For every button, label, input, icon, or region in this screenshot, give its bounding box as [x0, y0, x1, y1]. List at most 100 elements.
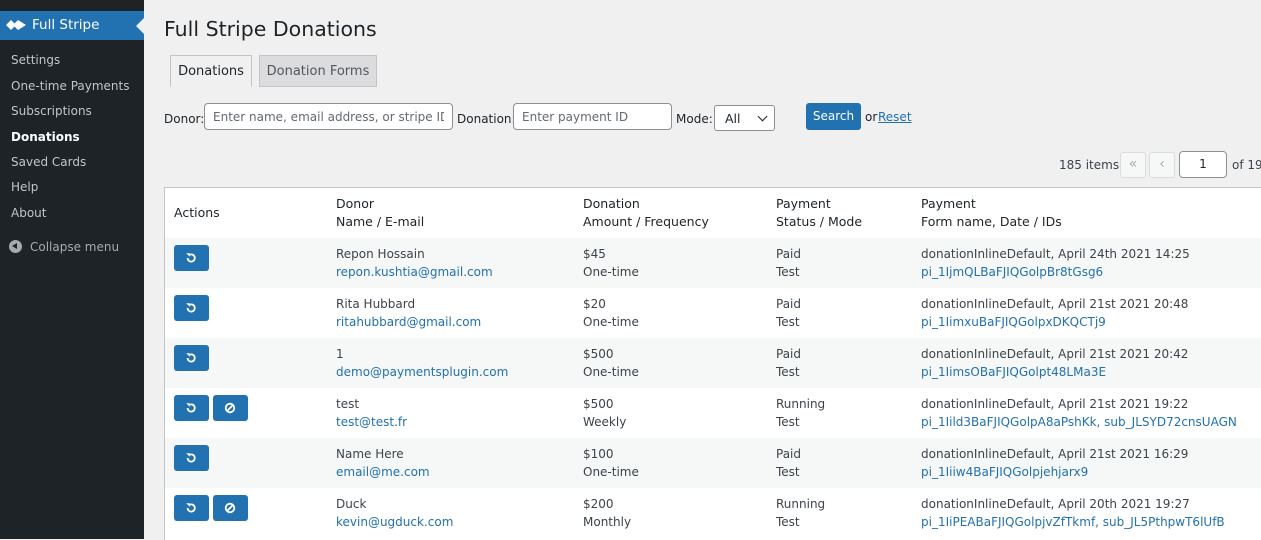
donor-email-link[interactable]: demo@paymentsplugin.com — [336, 364, 508, 382]
donor-search-input[interactable] — [204, 103, 453, 130]
donation-frequency: One-time — [583, 264, 639, 279]
donor-name: Duck — [336, 497, 367, 511]
column-header-donor[interactable]: Donor Name / E-mail — [336, 195, 424, 231]
refund-button[interactable] — [174, 395, 209, 421]
cancel-subscription-button[interactable] — [213, 495, 248, 521]
column-header-payment-form[interactable]: Payment Form name, Date / IDs — [921, 195, 1062, 231]
payment-mode: Test — [776, 414, 800, 429]
reset-link[interactable]: Reset — [878, 110, 912, 124]
tab-donation-forms[interactable]: Donation Forms — [259, 55, 377, 87]
sidebar-item-saved-cards[interactable]: Saved Cards — [11, 155, 86, 169]
column-header-payment-form-title: Payment — [921, 196, 976, 211]
table-row: test test@test.fr $500 Weekly Running Test don… — [165, 388, 1261, 438]
mode-select[interactable]: All — [714, 105, 775, 131]
refund-button[interactable] — [174, 295, 209, 321]
donation-frequency: One-time — [583, 314, 639, 329]
sidebar-item-help[interactable]: Help — [11, 180, 38, 194]
table-row: Repon Hossain repon.kushtia@gmail.com $45 O… — [165, 238, 1261, 288]
sidebar-plugin-title: Full Stripe — [32, 17, 100, 33]
payment-form-date: donationInlineDefault, April 20th 2021 1… — [921, 497, 1190, 511]
table-row: Name Here email@me.com $100 One-time Paid Tes… — [165, 438, 1261, 488]
column-header-payment-status-subtitle: Status / Mode — [776, 214, 863, 229]
payment-form-cell: donationInlineDefault, April 21st 2021 2… — [921, 346, 1188, 381]
payment-status: Paid — [776, 347, 802, 361]
full-stripe-logo-icon — [6, 20, 26, 30]
payment-ids-link[interactable]: pi_1Iiiw4BaFJIQGolpjehjarx9 — [921, 464, 1188, 482]
column-header-payment-form-subtitle: Form name, Date / IDs — [921, 214, 1062, 229]
payment-status: Paid — [776, 447, 802, 461]
sidebar-item-about[interactable]: About — [11, 206, 46, 220]
column-header-payment-status[interactable]: Payment Status / Mode — [776, 195, 862, 231]
donation-amount: $45 — [583, 247, 606, 261]
donor-cell: Rita Hubbard ritahubbard@gmail.com — [336, 296, 481, 331]
payment-form-cell: donationInlineDefault, April 20th 2021 1… — [921, 496, 1225, 531]
payment-status-cell: Running Test — [776, 496, 825, 531]
payment-status: Running — [776, 397, 826, 411]
sidebar-item-donations[interactable]: Donations — [11, 130, 80, 144]
items-count: 185 items — [1059, 158, 1120, 172]
donor-email-link[interactable]: email@me.com — [336, 464, 430, 482]
payment-ids-link[interactable]: pi_1IiPEABaFJIQGolpjvZfTkmf, sub_JL5Pthp… — [921, 514, 1225, 532]
donation-cell: $500 One-time — [583, 346, 639, 381]
payment-status-cell: Paid Test — [776, 446, 801, 481]
table-row: Rita Hubbard ritahubbard@gmail.com $20 One-… — [165, 288, 1261, 338]
sidebar-item-subscriptions[interactable]: Subscriptions — [11, 104, 92, 118]
donor-name: 1 — [336, 347, 344, 361]
payment-ids-link[interactable]: pi_1IjmQLBaFJIQGolpBr8tGsg6 — [921, 264, 1190, 282]
donation-amount: $20 — [583, 297, 606, 311]
tab-donations[interactable]: Donations — [170, 55, 252, 87]
sidebar-item-one-time-payments[interactable]: One-time Payments — [11, 79, 129, 93]
donor-name: Rita Hubbard — [336, 297, 416, 311]
donation-cell: $100 One-time — [583, 446, 639, 481]
mode-filter-label: Mode: — [676, 112, 713, 126]
donor-name: Repon Hossain — [336, 247, 425, 261]
current-menu-arrow — [136, 18, 144, 34]
donor-cell: Name Here email@me.com — [336, 446, 430, 481]
collapse-menu-label: Collapse menu — [30, 240, 120, 254]
sidebar-item-settings[interactable]: Settings — [11, 53, 60, 67]
donor-name: Name Here — [336, 447, 404, 461]
table-row: 1 demo@paymentsplugin.com $500 One-time Paid… — [165, 338, 1261, 388]
search-button[interactable]: Search — [806, 103, 861, 130]
donation-cell: $500 Weekly — [583, 396, 626, 431]
cancel-subscription-button[interactable] — [213, 395, 248, 421]
first-page-button[interactable]: « — [1120, 152, 1146, 178]
donor-cell: Repon Hossain repon.kushtia@gmail.com — [336, 246, 493, 281]
payment-mode: Test — [776, 364, 800, 379]
refund-button[interactable] — [174, 345, 209, 371]
collapse-menu-button[interactable]: Collapse menu — [9, 240, 119, 254]
mode-select-value: All — [725, 111, 741, 126]
admin-sidebar: Full Stripe Settings One-time Payments S… — [0, 0, 144, 539]
donation-amount: $500 — [583, 397, 614, 411]
refund-button[interactable] — [174, 245, 209, 271]
payment-ids-link[interactable]: pi_1IimxuBaFJIQGolpxDKQCTj9 — [921, 314, 1188, 332]
sidebar-item-full-stripe[interactable]: Full Stripe — [0, 11, 144, 40]
donor-cell: 1 demo@paymentsplugin.com — [336, 346, 508, 381]
payment-form-date: donationInlineDefault, April 21st 2021 2… — [921, 347, 1189, 361]
current-page-input[interactable]: 1 — [1179, 151, 1227, 178]
donor-email-link[interactable]: repon.kushtia@gmail.com — [336, 264, 493, 282]
payment-status: Running — [776, 497, 826, 511]
donor-cell: test test@test.fr — [336, 396, 407, 431]
donation-amount: $100 — [583, 447, 614, 461]
refund-button[interactable] — [174, 445, 209, 471]
payment-status: Paid — [776, 297, 802, 311]
donations-table: Actions Donor Name / E-mail Donation Amo… — [164, 187, 1261, 540]
donation-amount: $200 — [583, 497, 614, 511]
payment-form-date: donationInlineDefault, April 24th 2021 1… — [921, 247, 1190, 261]
donation-cell: $200 Monthly — [583, 496, 631, 531]
donation-frequency: One-time — [583, 364, 639, 379]
refund-button[interactable] — [174, 495, 209, 521]
previous-page-button[interactable]: ‹ — [1149, 152, 1175, 178]
donor-email-link[interactable]: test@test.fr — [336, 414, 407, 432]
payment-ids-link[interactable]: pi_1Iild3BaFJIQGolpA8aPshKk, sub_JLSYD72… — [921, 414, 1237, 432]
column-header-donation[interactable]: Donation Amount / Frequency — [583, 195, 709, 231]
donor-email-link[interactable]: kevin@ugduck.com — [336, 514, 453, 532]
column-header-donor-subtitle: Name / E-mail — [336, 214, 425, 229]
donation-id-input[interactable] — [513, 103, 672, 130]
donor-cell: Duck kevin@ugduck.com — [336, 496, 453, 531]
payment-ids-link[interactable]: pi_1IimsOBaFJIQGolpt48LMa3E — [921, 364, 1188, 382]
payment-form-cell: donationInlineDefault, April 21st 2021 1… — [921, 396, 1237, 431]
donor-email-link[interactable]: ritahubbard@gmail.com — [336, 314, 481, 332]
payment-status-cell: Paid Test — [776, 296, 801, 331]
